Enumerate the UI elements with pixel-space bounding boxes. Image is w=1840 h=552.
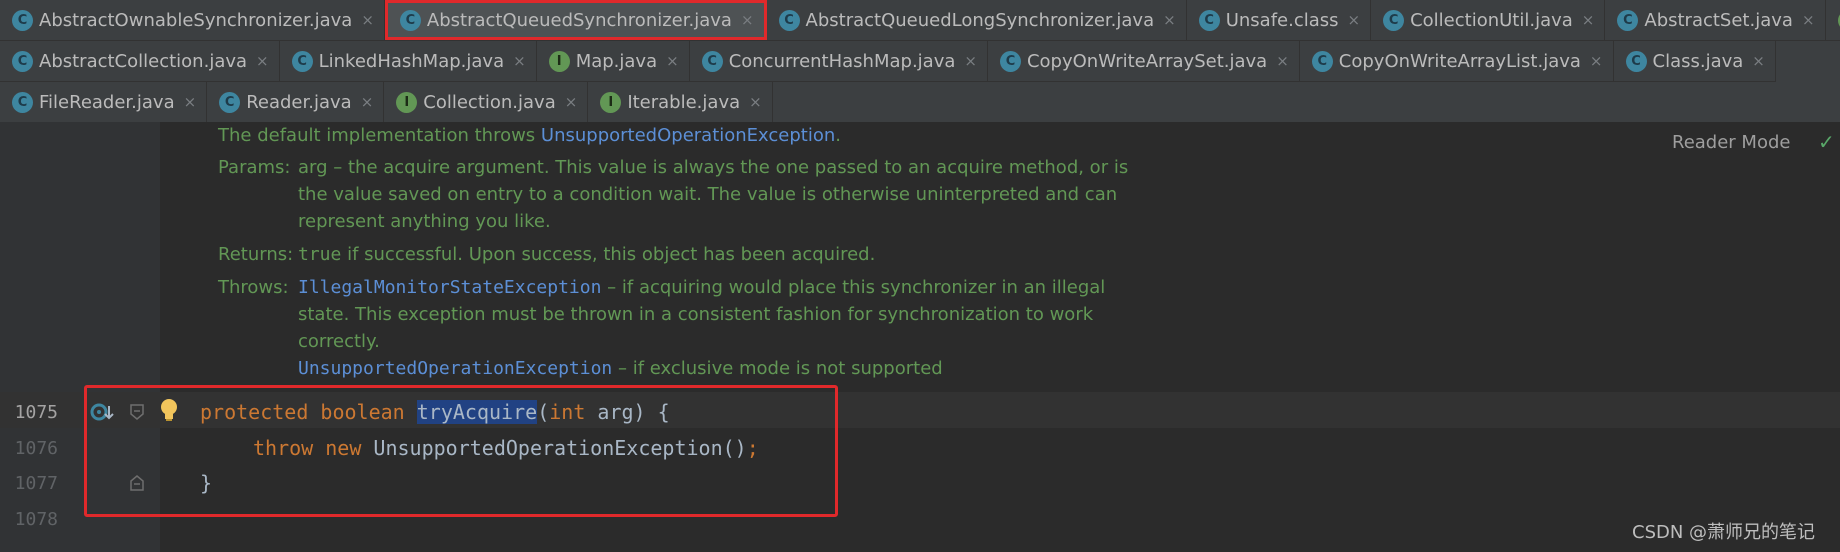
close-tab-icon[interactable]: × bbox=[1163, 11, 1176, 29]
editor-tab[interactable]: C AbstractQueuedLongSynchronizer.java × bbox=[767, 0, 1187, 40]
interface-file-icon: I bbox=[396, 91, 418, 113]
class-file-icon: C bbox=[12, 91, 33, 113]
editor-tab[interactable]: C Unsafe.class × bbox=[1187, 0, 1372, 40]
tab-row-2: C AbstractCollection.java × C LinkedHashMap.… bbox=[0, 41, 1776, 82]
editor-tab[interactable]: C FileReader.java × bbox=[0, 82, 208, 122]
doc-link[interactable]: UnsupportedOperationException bbox=[298, 358, 612, 379]
close-tab-icon[interactable]: × bbox=[184, 93, 197, 111]
editor-tab-bar: C AbstractOwnableSynchronizer.java × C Abstr… bbox=[0, 0, 1840, 123]
class-file-icon: C bbox=[999, 50, 1021, 72]
close-tab-icon[interactable]: × bbox=[1276, 52, 1289, 70]
tab-label: Unsafe.class bbox=[1225, 9, 1339, 31]
tab-label: AbstractSet.java bbox=[1644, 9, 1793, 31]
close-tab-icon[interactable]: × bbox=[749, 93, 762, 111]
close-tab-icon[interactable]: × bbox=[361, 93, 374, 111]
close-tab-icon[interactable]: × bbox=[1582, 11, 1595, 29]
line-number: 1077 bbox=[14, 473, 58, 494]
tab-label: Collection.java bbox=[423, 91, 556, 113]
doc-link[interactable]: IllegalMonitorStateException bbox=[298, 277, 601, 298]
reader-mode-toggle[interactable]: Reader Mode bbox=[1672, 132, 1790, 153]
tab-label: LinkedHashMap.java bbox=[318, 50, 505, 72]
class-file-icon: C bbox=[219, 91, 241, 113]
close-tab-icon[interactable]: × bbox=[741, 11, 754, 29]
editor-tab[interactable]: C AbstractSet.java × bbox=[1605, 0, 1826, 40]
tab-label: AbstractOwnableSynchronizer.java bbox=[39, 9, 353, 31]
editor-tab[interactable]: C CopyOnWriteArrayList.java × bbox=[1300, 41, 1614, 81]
editor-tab[interactable]: I Map.java × bbox=[537, 41, 690, 81]
class-file-icon: C bbox=[12, 9, 33, 31]
close-tab-icon[interactable]: × bbox=[1348, 11, 1361, 29]
close-tab-icon[interactable]: × bbox=[666, 52, 679, 70]
tab-label: CopyOnWriteArraySet.java bbox=[1026, 50, 1268, 72]
editor-tab[interactable]: C AbstractOwnableSynchronizer.java × bbox=[0, 0, 385, 40]
editor-tab[interactable]: C CopyOnWriteArraySet.java × bbox=[988, 41, 1300, 81]
close-tab-icon[interactable]: × bbox=[1752, 52, 1765, 70]
editor-tab[interactable]: C CollectionUtil.java × bbox=[1371, 0, 1606, 40]
editor-tab[interactable]: C AbstractQueuedSynchronizer.java × bbox=[384, 0, 767, 40]
implementations-gutter-icon[interactable] bbox=[90, 400, 114, 424]
tab-label: AbstractCollection.java bbox=[39, 50, 248, 72]
class-file-icon: C bbox=[1625, 50, 1647, 72]
doc-returns: Returns: true if successful. Upon succes… bbox=[218, 244, 876, 265]
rendered-javadoc: The default implementation throws Unsupp… bbox=[218, 122, 1138, 382]
editor-tab[interactable]: ISet.j bbox=[1826, 0, 1840, 40]
editor-tab[interactable]: C LinkedHashMap.java × bbox=[280, 41, 537, 81]
class-file-icon: C bbox=[701, 50, 723, 72]
tab-row-1: C AbstractOwnableSynchronizer.java × C Abstr… bbox=[0, 0, 1840, 41]
doc-link[interactable]: UnsupportedOperationException bbox=[541, 125, 835, 146]
class-file-icon: C bbox=[12, 50, 33, 72]
editor-tab[interactable]: C ConcurrentHashMap.java × bbox=[690, 41, 988, 81]
tab-label: Class.java bbox=[1652, 50, 1744, 72]
class-file-icon: C bbox=[291, 50, 313, 72]
code-line[interactable]: } bbox=[200, 471, 212, 495]
doc-throws: Throws: IllegalMonitorStateException – i… bbox=[218, 277, 1106, 379]
class-file-icon: C bbox=[778, 9, 800, 31]
watermark: CSDN @萧师兄的笔记 bbox=[1632, 522, 1816, 543]
interface-file-icon: I bbox=[548, 50, 570, 72]
line-number: 1078 bbox=[14, 509, 58, 530]
class-file-icon: C bbox=[1198, 9, 1220, 31]
fold-end-icon[interactable] bbox=[128, 474, 146, 492]
editor-tab[interactable]: C Class.java × bbox=[1614, 41, 1776, 81]
tab-row-3: C FileReader.java × C Reader.java × I Collectio… bbox=[0, 82, 773, 123]
line-number: 1075 bbox=[14, 402, 58, 423]
class-file-icon: C bbox=[1617, 9, 1639, 31]
tab-label: ConcurrentHashMap.java bbox=[728, 50, 956, 72]
close-tab-icon[interactable]: × bbox=[1802, 11, 1815, 29]
close-tab-icon[interactable]: × bbox=[361, 11, 374, 29]
fold-icon[interactable] bbox=[128, 403, 146, 421]
editor-tab[interactable]: I Collection.java × bbox=[384, 82, 589, 122]
checkmark-icon: ✓ bbox=[1818, 130, 1835, 154]
class-file-icon: C bbox=[1383, 9, 1405, 31]
lightbulb-icon[interactable] bbox=[158, 397, 180, 423]
class-file-icon: C bbox=[399, 9, 421, 31]
code-editor[interactable]: 1075 1076 1077 1078 The default implemen… bbox=[0, 122, 1840, 552]
close-tab-icon[interactable]: × bbox=[1590, 52, 1603, 70]
close-tab-icon[interactable]: × bbox=[513, 52, 526, 70]
tab-label: CollectionUtil.java bbox=[1410, 9, 1573, 31]
selected-method-name[interactable]: tryAcquire bbox=[416, 400, 538, 424]
close-tab-icon[interactable]: × bbox=[256, 52, 269, 70]
tab-label: AbstractQueuedSynchronizer.java bbox=[426, 9, 732, 31]
interface-file-icon: I bbox=[600, 91, 622, 113]
code-line[interactable]: protected boolean tryAcquire(int arg) { bbox=[200, 400, 670, 424]
editor-tab[interactable]: I Iterable.java × bbox=[588, 82, 773, 122]
tab-label: AbstractQueuedLongSynchronizer.java bbox=[805, 9, 1155, 31]
editor-tab[interactable]: C Reader.java × bbox=[207, 82, 385, 122]
doc-intro: The default implementation throws Unsupp… bbox=[218, 125, 841, 146]
tab-label: CopyOnWriteArrayList.java bbox=[1338, 50, 1581, 72]
tab-label: Iterable.java bbox=[627, 91, 741, 113]
line-number: 1076 bbox=[14, 438, 58, 459]
close-tab-icon[interactable]: × bbox=[964, 52, 977, 70]
tab-label: Map.java bbox=[575, 50, 658, 72]
close-tab-icon[interactable]: × bbox=[565, 93, 578, 111]
editor-tab[interactable]: C AbstractCollection.java × bbox=[0, 41, 280, 81]
class-file-icon: C bbox=[1311, 50, 1333, 72]
doc-params: Params: arg – the acquire argument. This… bbox=[218, 157, 1129, 232]
tab-label: Reader.java bbox=[246, 91, 352, 113]
code-line[interactable]: throw new UnsupportedOperationException(… bbox=[253, 436, 759, 460]
tab-label: FileReader.java bbox=[39, 91, 175, 113]
